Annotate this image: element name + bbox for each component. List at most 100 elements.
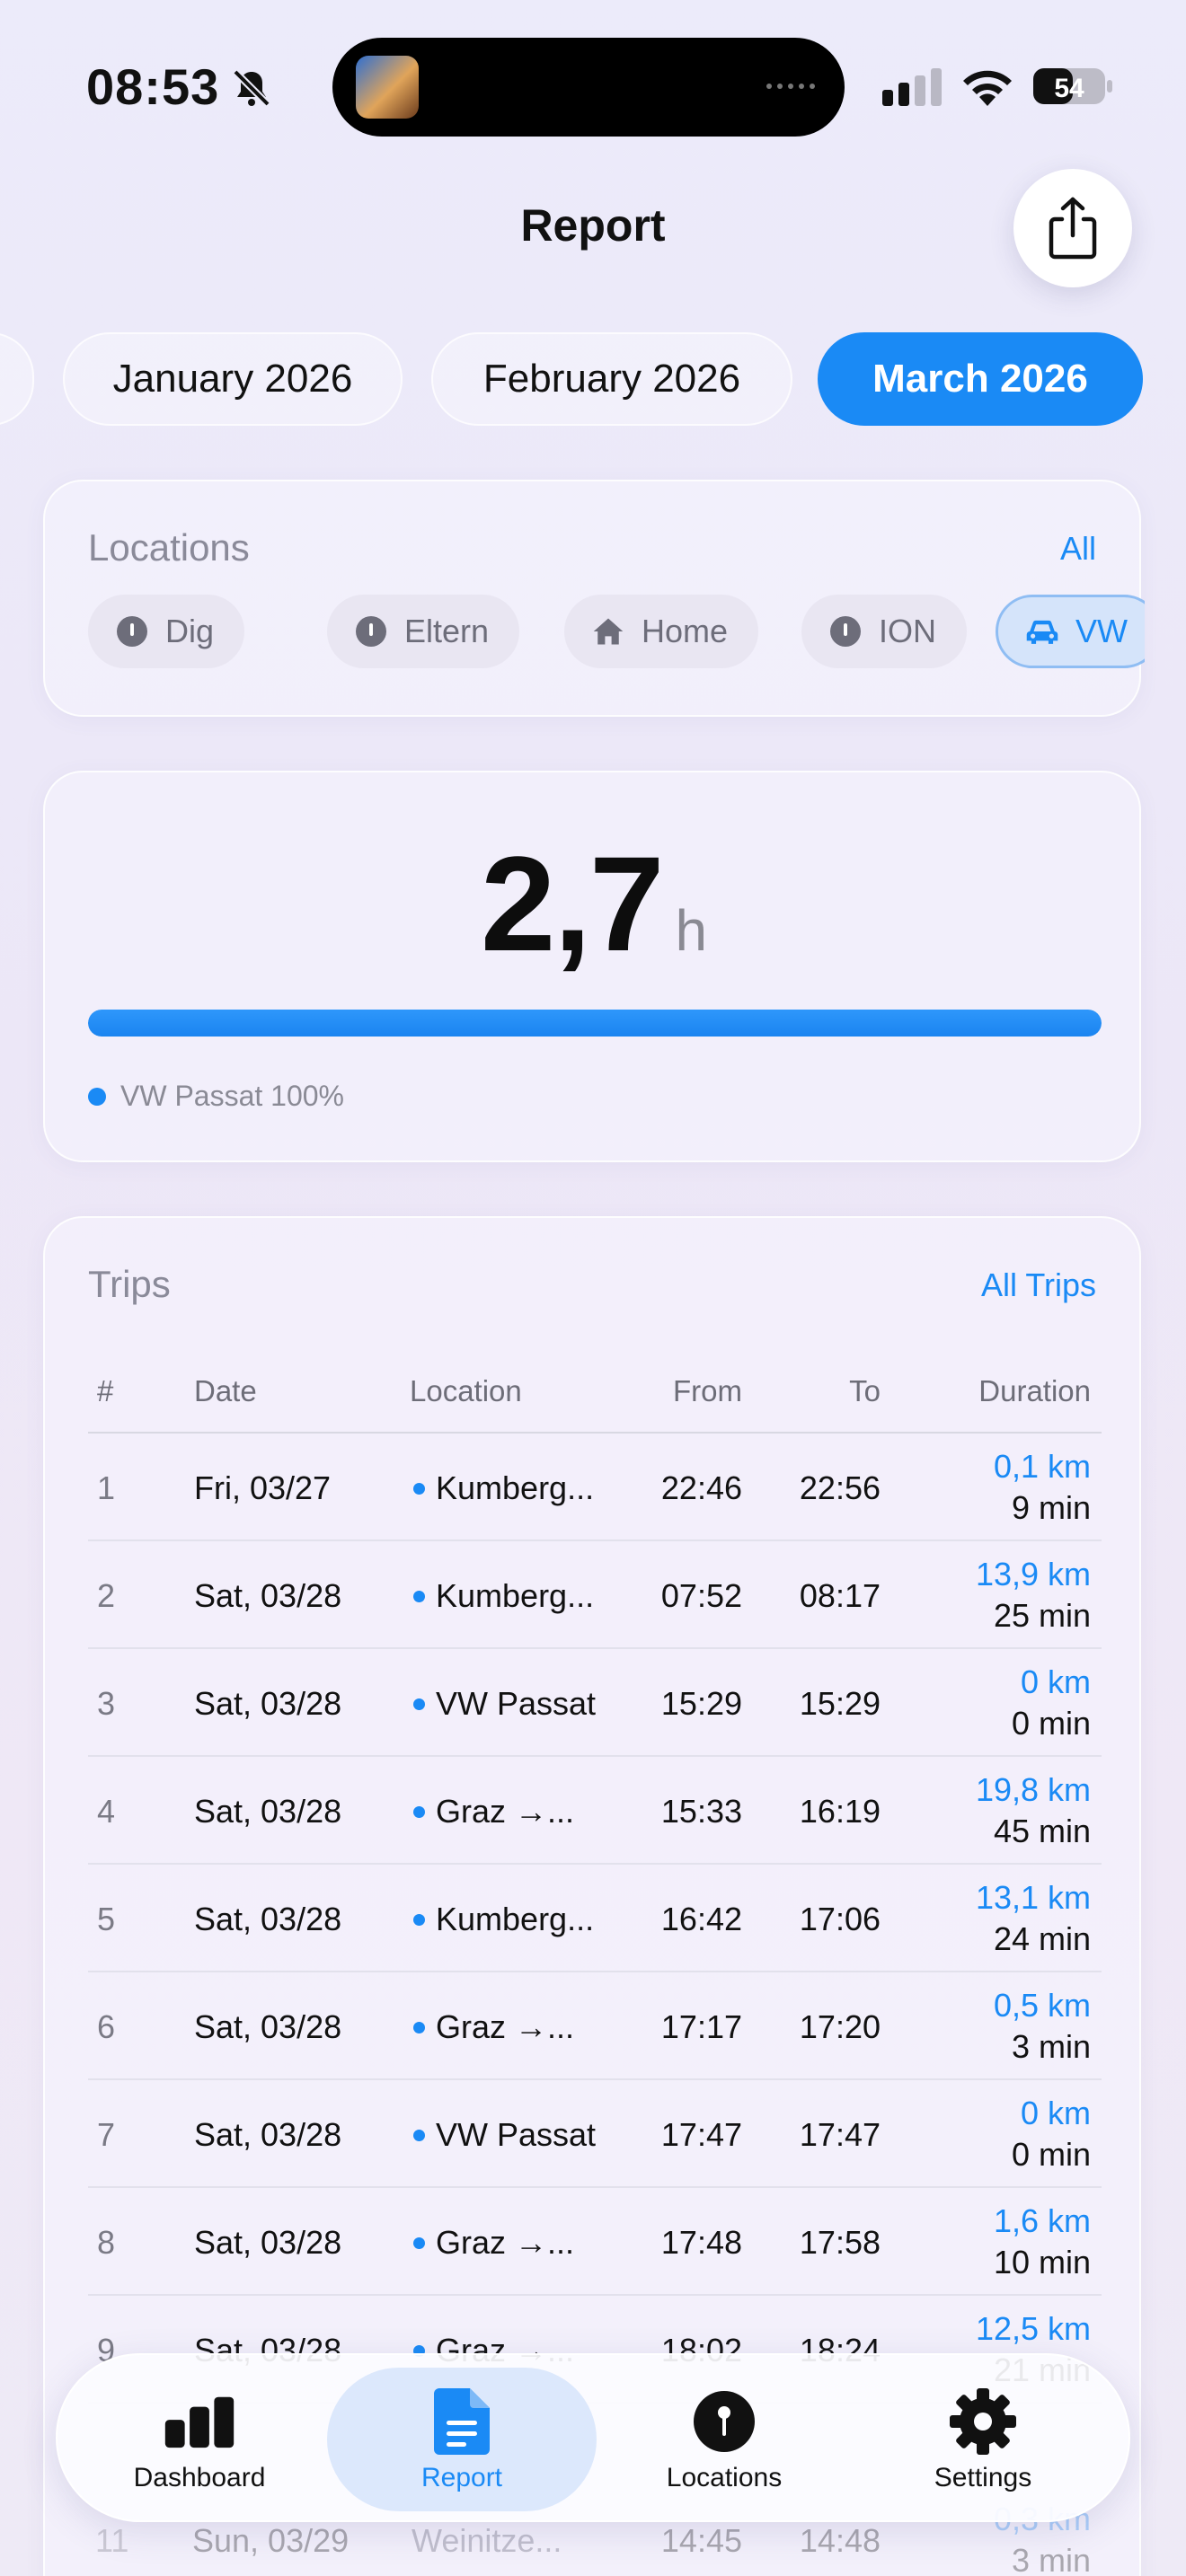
trip-location-label: Graz →... [436, 1793, 575, 1830]
trip-date: Sat, 03/28 [194, 2008, 342, 2045]
audio-wave-icon [766, 84, 815, 89]
trip-from: 07:52 [660, 1577, 742, 1614]
location-dot [413, 1698, 425, 1710]
locations-all-link[interactable]: All [1060, 530, 1096, 568]
table-row[interactable]: 3 Sat, 03/28 VW Passat 15:29 15:29 0 km 0 min [88, 1649, 1102, 1757]
trip-location: Kumberg... [413, 1469, 594, 1507]
chip-label: Dig [165, 613, 215, 649]
chip-label: ION [879, 613, 937, 649]
location-chip-ion[interactable]: ION [801, 595, 968, 668]
trip-distance: 0 km [1020, 2095, 1091, 2131]
trip-location: VW Passat [413, 1685, 596, 1723]
trip-location-label: VW Passat [436, 1685, 597, 1722]
dynamic-island [332, 38, 845, 137]
legend-label: VW Passat 100% [120, 1080, 344, 1112]
table-row[interactable]: 4 Sat, 03/28 Graz →... 15:33 16:19 19,8 km 45 … [88, 1757, 1102, 1865]
trip-from: 22:46 [660, 1469, 742, 1506]
table-row[interactable]: 2 Sat, 03/28 Kumberg... 07:52 08:17 13,9 km 25… [88, 1541, 1102, 1649]
col-to: To [849, 1374, 881, 1407]
trip-date: Fri, 03/27 [194, 1469, 332, 1506]
all-trips-link[interactable]: All Trips [981, 1266, 1096, 1304]
trip-from: 15:33 [660, 1793, 742, 1830]
month-pill-previous[interactable] [0, 332, 34, 426]
month-pill-january[interactable]: January 2026 [63, 332, 403, 426]
trip-number: 8 [97, 2224, 116, 2261]
location-dot [413, 1913, 425, 1926]
now-playing-artwork[interactable] [356, 56, 419, 119]
tab-bar: Dashboard Report Locations Settings [56, 2353, 1130, 2522]
summary-card: 2,7 h VW Passat 100% [43, 771, 1141, 1162]
trip-distance: 19,8 km [975, 1771, 1091, 1808]
table-row[interactable]: 5 Sat, 03/28 Kumberg... 16:42 17:06 13,1 km 24… [88, 1865, 1102, 1972]
gear-icon [947, 2388, 1019, 2455]
pin-icon [354, 614, 388, 648]
location-chip-eltern[interactable]: Eltern [327, 595, 520, 668]
trip-number: 5 [97, 1901, 116, 1937]
distribution-legend: VW Passat 100% [88, 1080, 344, 1113]
trip-to: 17:47 [799, 2116, 881, 2153]
share-button[interactable] [1013, 169, 1132, 287]
trip-location-label: VW Passat [436, 2116, 597, 2153]
location-dot [413, 1482, 425, 1495]
trip-from: 16:42 [660, 1901, 742, 1937]
location-dot [413, 1805, 425, 1818]
distribution-bar-fill [88, 1010, 1102, 1037]
home-icon [591, 614, 625, 648]
trip-number: 3 [97, 1685, 116, 1722]
chip-label: Eltern [404, 613, 490, 649]
tab-locations[interactable]: Locations [589, 2368, 859, 2511]
table-row[interactable]: 7 Sat, 03/28 VW Passat 17:47 17:47 0 km 0 min [88, 2080, 1102, 2188]
distribution-bar [88, 1010, 1102, 1037]
table-row[interactable]: 6 Sat, 03/28 Graz →... 17:17 17:20 0,5 km 3 mi… [88, 1972, 1102, 2080]
wifi-icon [963, 70, 1012, 106]
tab-dashboard[interactable]: Dashboard [65, 2368, 334, 2511]
total-hours: 2,7 h [45, 826, 1143, 982]
trip-duration: 24 min [993, 1920, 1091, 1957]
location-dot [413, 2236, 425, 2249]
table-row[interactable]: 8 Sat, 03/28 Graz →... 17:48 17:58 1,6 km 10 m… [88, 2188, 1102, 2296]
location-chip-dig[interactable]: Dig [88, 595, 245, 668]
col-location: Location [410, 1374, 522, 1407]
bar-chart-icon [164, 2389, 235, 2454]
trip-to: 16:19 [799, 1793, 881, 1830]
trips-title: Trips [88, 1263, 171, 1305]
total-hours-unit: h [675, 898, 708, 963]
location-chip-vw[interactable]: VW [996, 595, 1145, 668]
trip-from: 17:48 [660, 2224, 742, 2261]
share-icon [1049, 197, 1097, 260]
trip-to: 17:58 [799, 2224, 881, 2261]
trip-location: Kumberg... [413, 1901, 594, 1938]
legend-dot [88, 1087, 106, 1106]
cellular-signal-icon [882, 68, 942, 106]
trip-distance: 13,1 km [975, 1879, 1091, 1916]
trip-distance: 0,1 km [993, 1448, 1091, 1485]
month-pill-february[interactable]: February 2026 [431, 332, 792, 426]
trip-distance: 0,5 km [993, 1987, 1091, 2024]
trip-duration: 45 min [993, 1813, 1091, 1849]
chip-label: VW [1075, 613, 1128, 649]
tab-settings[interactable]: Settings [848, 2368, 1118, 2511]
trip-location: VW Passat [413, 2116, 596, 2154]
table-row[interactable]: 1 Fri, 03/27 Kumberg... 22:46 22:56 0,1 km 9 m… [88, 1434, 1102, 1541]
trip-number: 1 [97, 1469, 116, 1506]
trip-duration: 0 min [1011, 2136, 1091, 2173]
locations-title: Locations [88, 526, 250, 569]
trip-duration: 3 min [1011, 2028, 1091, 2065]
trip-date: Sat, 03/28 [194, 1685, 342, 1722]
locations-card: Locations All Dig Eltern Home ION VW [43, 480, 1145, 717]
col-date: Date [194, 1374, 257, 1407]
location-dot [413, 2129, 425, 2141]
month-pill-march[interactable]: March 2026 [818, 332, 1143, 426]
location-chip-home[interactable]: Home [564, 595, 759, 668]
trip-to: 08:17 [799, 1577, 881, 1614]
tab-report[interactable]: Report [327, 2368, 597, 2511]
trip-location: Graz →... [413, 1793, 574, 1831]
location-dot [413, 2021, 425, 2033]
trip-distance: 12,5 km [975, 2310, 1091, 2347]
trip-to: 17:06 [799, 1901, 881, 1937]
trip-date: Sat, 03/28 [194, 2224, 342, 2261]
trip-to: 15:29 [799, 1685, 881, 1722]
trip-number: 2 [97, 1577, 116, 1614]
trip-location: Graz →... [413, 2008, 574, 2046]
pin-icon [688, 2389, 760, 2454]
